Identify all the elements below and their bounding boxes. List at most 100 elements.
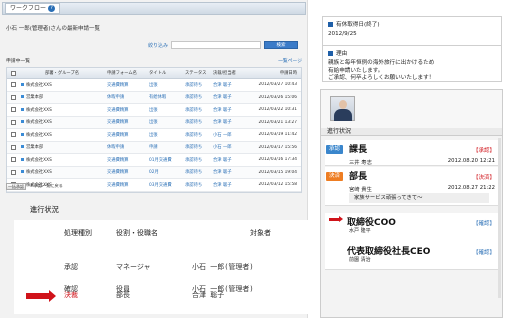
table-row[interactable]: 営業本部 休暇申請 申請 承認待ち 小石 一郎 2012/03/17 15:56 (7, 141, 301, 154)
reason-label-row: 理由 (323, 46, 501, 57)
workflow-tab[interactable]: ワークフロー ? (5, 3, 61, 14)
row-title[interactable]: 03月交通費 (147, 182, 183, 188)
row-approver[interactable]: 合津 聡子 (211, 182, 247, 188)
column-header[interactable]: 申請フォーム名 (105, 70, 147, 76)
row-status: 承認待ち (185, 107, 203, 113)
table-row[interactable]: 営業本部 休暇申請 有給休暇 承認待ち 合津 聡子 2012/03/26 15:06 (7, 91, 301, 104)
row-status: 承認待ち (185, 120, 203, 126)
row-checkbox[interactable] (7, 119, 19, 125)
row-date: 2012/03/22 10:31 (258, 107, 297, 113)
row-form[interactable]: 交通費精算 (105, 119, 147, 125)
row-status: 承認待ち (185, 145, 203, 151)
bulk-approve-button[interactable]: 一括承認 (6, 182, 26, 190)
row-dept: 株式会社XXS (19, 107, 105, 113)
row-approver[interactable]: 合津 聡子 (211, 157, 247, 163)
search-button[interactable]: 検索 (264, 41, 298, 49)
row-title[interactable]: 申請 (147, 144, 183, 150)
dept-square-icon (21, 145, 24, 149)
help-icon[interactable]: ? (48, 5, 56, 12)
row-title[interactable]: 出張 (147, 107, 183, 113)
row-status: 承認待ち (185, 95, 203, 101)
table-header: 部署・グループ名 申請フォーム名 タイトル ステータス 決裁/担当者 申請日時 (7, 68, 301, 79)
search-input[interactable] (171, 41, 261, 49)
row-form[interactable]: 交通費精算 (105, 157, 147, 163)
workflow-heading: 小石 一郎(管理者)さんの最新申請一覧 (6, 26, 101, 32)
status-person: 小石 一郎(管理者) (192, 285, 254, 293)
row-title[interactable]: 02月 (147, 169, 183, 175)
workflow-titlebar: ワークフロー ? (2, 2, 306, 15)
avatar[interactable] (330, 96, 355, 121)
reason-card: 理由 親族と毎年恒例の海外旅行に出かけるため 有給申請いたします。 ご承認、何卒… (322, 45, 502, 82)
column-header[interactable]: 申請日時 (247, 70, 299, 76)
row-approver[interactable]: 小石 一郎 (211, 132, 247, 138)
row-approver[interactable]: 合津 聡子 (211, 169, 247, 175)
select-all-checkbox[interactable] (7, 70, 19, 76)
row-form[interactable]: 休暇申請 (105, 144, 147, 150)
row-form[interactable]: 交通費精算 (105, 182, 147, 188)
step-role: 部長 (349, 172, 368, 182)
scrollbar[interactable] (498, 138, 501, 298)
step-tag: 【確認】 (472, 221, 495, 227)
dept-square-icon (21, 120, 24, 124)
reason-label: 理由 (336, 51, 348, 57)
table-row[interactable]: 株式会社XXS 交通費精算 出張 承認待ち 合津 聡子 2012/03/27 10:43 (7, 79, 301, 92)
reason-text-1: 親族と毎年恒例の海外旅行に出かけるため (328, 60, 435, 66)
row-title[interactable]: 01月交通費 (147, 157, 183, 163)
table-row[interactable]: 株式会社XXS 交通費精算 出張 承認待ち 小石 一郎 2012/03/19 11:42 (7, 129, 301, 142)
row-checkbox[interactable] (7, 94, 19, 100)
column-header[interactable]: 部署・グループ名 (19, 70, 105, 76)
dept-square-icon (21, 157, 24, 161)
row-status: 承認待ち (185, 170, 203, 176)
row-approver[interactable]: 合津 聡子 (211, 107, 247, 113)
column-header[interactable]: ステータス (183, 70, 211, 76)
row-date: 2012/03/16 17:34 (258, 157, 297, 163)
progress-step[interactable]: 代表取締役社長CEO 【確認】 前園 清治 (325, 242, 501, 270)
row-checkbox[interactable] (7, 107, 19, 113)
progress-step[interactable]: 決済 部長 【決済】 宮崎 貴生 2012.08.27 21:22 家族サービス… (325, 167, 501, 206)
column-header[interactable]: 決裁/担当者 (211, 70, 247, 76)
row-approver[interactable]: 合津 聡子 (211, 119, 247, 125)
request-table: 部署・グループ名 申請フォーム名 タイトル ステータス 決裁/担当者 申請日時 … (6, 67, 302, 193)
row-checkbox[interactable] (7, 157, 19, 163)
row-approver[interactable]: 小石 一郎 (211, 144, 247, 150)
step-person: 三井 寿志 (349, 160, 372, 166)
footer-note: ※承認一覧に戻る (30, 183, 63, 188)
dept-square-icon (21, 170, 24, 174)
table-row[interactable]: 株式会社XXS 交通費精算 01月交通費 承認待ち 合津 聡子 2012/03/16 17… (7, 154, 301, 167)
leave-date-value: 2012/9/25 (328, 31, 357, 37)
row-form[interactable]: 交通費精算 (105, 82, 147, 88)
dept-square-icon (21, 107, 24, 111)
row-checkbox[interactable] (7, 169, 19, 175)
row-title[interactable]: 出張 (147, 132, 183, 138)
status-header-type: 処理種別 (64, 229, 92, 237)
row-form[interactable]: 交通費精算 (105, 169, 147, 175)
progress-step-current[interactable]: 取締役COO 【確認】 水戸 隆平 (325, 213, 501, 243)
progress-step[interactable]: 承認 課長 【承認】 三井 寿志 2012.08.20 12:21 (325, 140, 501, 166)
row-checkbox[interactable] (7, 144, 19, 150)
table-row[interactable]: 株式会社XXS 交通費精算 出張 承認待ち 合津 聡子 2012/03/21 13:27 (7, 116, 301, 129)
row-checkbox[interactable] (7, 132, 19, 138)
row-title[interactable]: 出張 (147, 119, 183, 125)
dept-square-icon (21, 95, 24, 99)
row-form[interactable]: 交通費精算 (105, 107, 147, 113)
row-date: 2012/03/17 15:56 (258, 144, 297, 150)
row-date: 2012/03/21 13:27 (258, 119, 297, 125)
row-date: 2012/03/15 19:04 (258, 169, 297, 175)
table-row[interactable]: 株式会社XXS 交通費精算 02月 承認待ち 合津 聡子 2012/03/15 19:04 (7, 166, 301, 179)
row-form[interactable]: 交通費精算 (105, 132, 147, 138)
step-tag: 【承認】 (472, 148, 495, 154)
step-tag: 【確認】 (472, 250, 495, 256)
row-approver[interactable]: 合津 聡子 (211, 94, 247, 100)
step-tag: 【決済】 (472, 175, 495, 181)
row-checkbox[interactable] (7, 82, 19, 88)
row-title[interactable]: 出張 (147, 82, 183, 88)
row-status: 承認待ち (185, 182, 203, 188)
row-form[interactable]: 休暇申請 (105, 94, 147, 100)
table-row[interactable]: 株式会社XXS 交通費精算 出張 承認待ち 合津 聡子 2012/03/22 10:31 (7, 104, 301, 117)
list-more-link[interactable]: 一覧ページ (278, 57, 302, 64)
status-row: 確認 役員 小石 一郎(管理者) (14, 284, 308, 298)
row-title[interactable]: 有給休暇 (147, 94, 183, 100)
column-header[interactable]: タイトル (147, 70, 183, 76)
search-row: 絞り込み 検索 (40, 40, 298, 50)
row-approver[interactable]: 合津 聡子 (211, 82, 247, 88)
